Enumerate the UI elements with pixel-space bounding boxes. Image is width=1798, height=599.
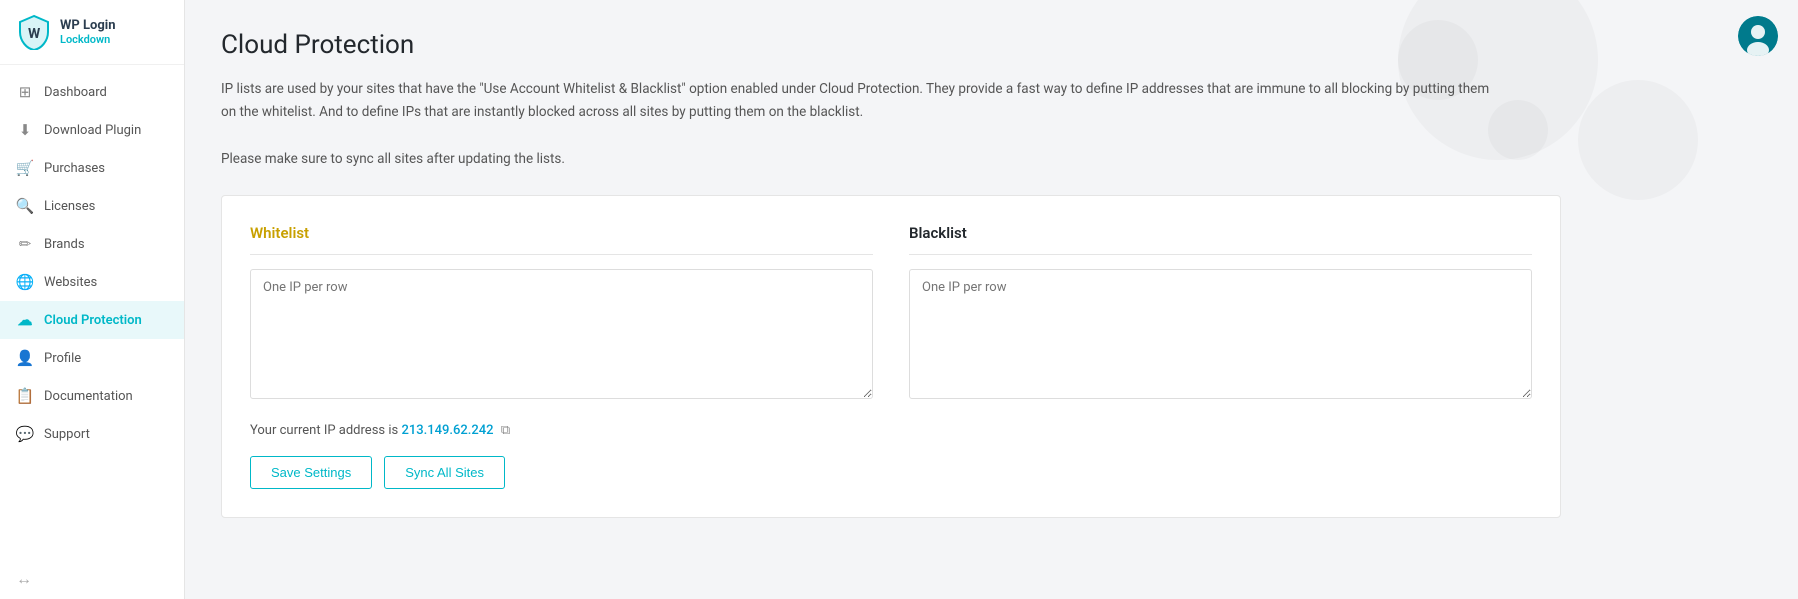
lists-row: Whitelist Blacklist	[250, 224, 1532, 403]
sidebar-label-download-plugin: Download Plugin	[44, 123, 141, 138]
current-ip: 213.149.62.242	[401, 423, 493, 438]
blacklist-textarea[interactable]	[909, 269, 1532, 399]
blacklist-col: Blacklist	[909, 224, 1532, 403]
sidebar-label-purchases: Purchases	[44, 161, 105, 176]
svg-text:W: W	[28, 26, 41, 42]
sidebar-label-profile: Profile	[44, 351, 81, 366]
ip-info-prefix: Your current IP address is	[250, 423, 398, 438]
main-content: Cloud Protection IP lists are used by yo…	[185, 0, 1798, 599]
description-line2: Please make sure to sync all sites after…	[221, 148, 1501, 171]
licenses-icon: 🔍	[16, 197, 34, 215]
sidebar: W WP Login Lockdown ⊞ Dashboard ⬇ Downlo…	[0, 0, 185, 599]
sidebar-item-websites[interactable]: 🌐 Websites	[0, 263, 184, 301]
download-icon: ⬇	[16, 121, 34, 139]
logo-text-main: WP Login	[60, 18, 116, 34]
avatar-circle	[1738, 16, 1778, 56]
sidebar-label-support: Support	[44, 427, 90, 442]
sidebar-label-dashboard: Dashboard	[44, 85, 107, 100]
copy-ip-icon[interactable]: ⧉	[501, 423, 510, 438]
save-settings-button[interactable]: Save Settings	[250, 456, 372, 489]
sidebar-item-brands[interactable]: ✏ Brands	[0, 225, 184, 263]
sidebar-item-support[interactable]: 💬 Support	[0, 415, 184, 453]
description-line1: IP lists are used by your sites that hav…	[221, 78, 1501, 124]
purchases-icon: 🛒	[16, 159, 34, 177]
sidebar-item-cloud-protection[interactable]: ☁ Cloud Protection	[0, 301, 184, 339]
ip-info: Your current IP address is 213.149.62.24…	[250, 423, 1532, 438]
websites-icon: 🌐	[16, 273, 34, 291]
sidebar-label-licenses: Licenses	[44, 199, 95, 214]
sidebar-label-cloud-protection: Cloud Protection	[44, 313, 142, 328]
sync-all-sites-button[interactable]: Sync All Sites	[384, 456, 505, 489]
nav-list: ⊞ Dashboard ⬇ Download Plugin 🛒 Purchase…	[0, 65, 184, 559]
page-title: Cloud Protection	[221, 30, 1762, 60]
sidebar-item-download-plugin[interactable]: ⬇ Download Plugin	[0, 111, 184, 149]
cloud-protection-icon: ☁	[16, 311, 34, 329]
sidebar-item-licenses[interactable]: 🔍 Licenses	[0, 187, 184, 225]
logo-area: W WP Login Lockdown	[0, 0, 184, 65]
sidebar-item-documentation[interactable]: 📋 Documentation	[0, 377, 184, 415]
sidebar-item-dashboard[interactable]: ⊞ Dashboard	[0, 73, 184, 111]
actions-row: Save Settings Sync All Sites	[250, 456, 1532, 489]
collapse-arrow[interactable]: ↔	[0, 559, 184, 599]
logo-text-sub: Lockdown	[60, 33, 116, 46]
support-icon: 💬	[16, 425, 34, 443]
documentation-icon: 📋	[16, 387, 34, 405]
whitelist-label: Whitelist	[250, 224, 873, 255]
sidebar-label-websites: Websites	[44, 275, 97, 290]
blacklist-label: Blacklist	[909, 224, 1532, 255]
brands-icon: ✏	[16, 235, 34, 253]
sidebar-label-documentation: Documentation	[44, 389, 133, 404]
sidebar-item-profile[interactable]: 👤 Profile	[0, 339, 184, 377]
user-avatar[interactable]	[1738, 16, 1778, 56]
logo-icon: W	[16, 14, 52, 50]
profile-icon: 👤	[16, 349, 34, 367]
sidebar-label-brands: Brands	[44, 237, 85, 252]
dashboard-icon: ⊞	[16, 83, 34, 101]
ip-lists-card: Whitelist Blacklist Your current IP addr…	[221, 195, 1561, 518]
arrow-icon: ↔	[16, 569, 32, 588]
whitelist-textarea[interactable]	[250, 269, 873, 399]
whitelist-col: Whitelist	[250, 224, 873, 403]
sidebar-item-purchases[interactable]: 🛒 Purchases	[0, 149, 184, 187]
